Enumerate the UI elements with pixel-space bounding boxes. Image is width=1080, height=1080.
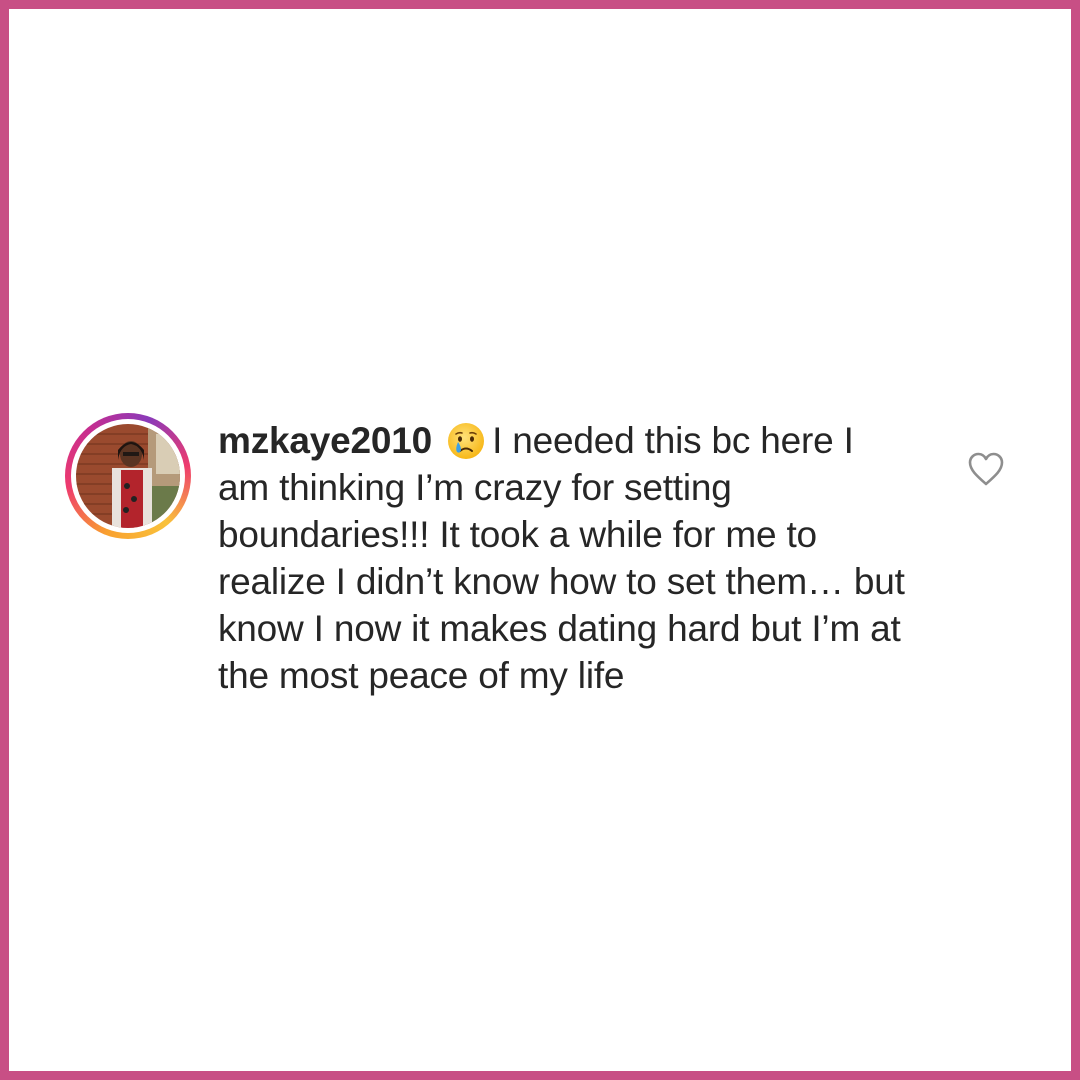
avatar[interactable] [76,424,180,528]
username-link[interactable]: mzkaye2010 [218,420,432,461]
comment: mzkaye2010 I needed this bc here I am th… [65,413,1025,713]
story-ring[interactable] [65,413,191,539]
comment-body: I needed this bc here I am thinking I’m … [218,420,905,696]
heart-outline-icon [968,452,1004,486]
like-button[interactable] [967,451,1005,487]
post-frame: mzkaye2010 I needed this bc here I am th… [0,0,1080,1080]
crying-face-emoji [448,423,485,459]
comment-text: mzkaye2010 I needed this bc here I am th… [218,417,908,699]
profile-photo [76,424,180,528]
